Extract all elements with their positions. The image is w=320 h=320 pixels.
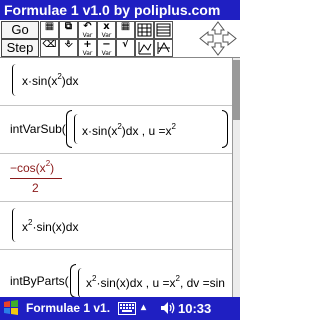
integral-sign [12,64,18,96]
fraction-bar [10,178,62,179]
direction-pad-icon[interactable] [198,21,238,56]
table-icon[interactable] [135,21,154,39]
window-title: Formulae 1 v1.0 by poliplus.com [4,2,221,18]
entry-expression: x·sin(x2)dx [22,72,79,88]
toolbar: Go Step ▦ ⧉ ↶ Var x Var ▦ ⌫ ⎀ + Var − Var √ [0,20,240,58]
taskbar-app-title[interactable]: Formulae 1 v1. [26,297,110,320]
fraction-numerator: −cos(x2) [10,159,55,175]
delete-icon[interactable]: ⌫ [40,39,59,57]
input-menu-arrow-icon[interactable]: ▴ [141,302,146,314]
keyboard-icon[interactable] [118,302,136,315]
entry-result[interactable]: −cos(x2) 2 [0,154,232,202]
formula-worksheet[interactable]: x·sin(x2)dx intVarSub( x·sin(x2)dx , u =… [0,58,232,297]
window-title-bar: Formulae 1 v1.0 by poliplus.com [0,0,240,20]
undo-icon[interactable]: ↶ Var [78,21,97,39]
graph-icon[interactable] [135,39,154,57]
new-entry-icon[interactable]: ▦ [40,21,59,39]
sub-var-icon[interactable]: − Var [97,39,116,57]
subscript-icon[interactable]: x Var [97,21,116,39]
entry-expression: x2·sin(x)dx [22,218,79,234]
open-paren [70,264,76,297]
step-button[interactable]: Step [1,39,39,57]
list-icon[interactable] [154,21,173,39]
taskbar: Formulae 1 v1. ▴ 10:33 [0,297,240,320]
entry-integral-1[interactable]: x·sin(x2)dx [0,58,232,106]
scrollbar-thumb[interactable] [233,60,240,120]
entry-intbyparts[interactable]: intByParts( x2·sin(x)dx , u =x2, dv =sin [0,250,232,297]
function-name: intByParts( [10,274,69,288]
sqrt-icon[interactable]: √ [116,39,135,57]
insert-icon[interactable]: ⎀ [59,39,78,57]
go-button[interactable]: Go [1,21,39,39]
close-paren [222,110,228,148]
integral-sign [12,208,18,242]
clock[interactable]: 10:33 [178,297,211,320]
windows-start-icon[interactable] [2,299,20,317]
entry-expression: x·sin(x2)dx , u =x2 [82,122,176,138]
grid-icon[interactable]: ▦ [116,21,135,39]
function-name: intVarSub( [10,122,66,136]
fraction-denominator: 2 [32,181,39,195]
integral-sign [74,114,80,144]
entry-integral-2[interactable]: x2·sin(x)dx [0,202,232,250]
open-paren [66,110,72,148]
entry-expression: x2·sin(x)dx , u =x2, dv =sin [86,274,225,290]
copy-icon[interactable]: ⧉ [59,21,78,39]
entry-intvarsub[interactable]: intVarSub( x·sin(x2)dx , u =x2 [0,106,232,154]
plot-icon[interactable] [154,39,173,57]
speaker-icon[interactable] [159,300,177,316]
integral-sign [78,268,84,297]
vertical-scrollbar[interactable] [232,58,240,297]
add-var-icon[interactable]: + Var [78,39,97,57]
